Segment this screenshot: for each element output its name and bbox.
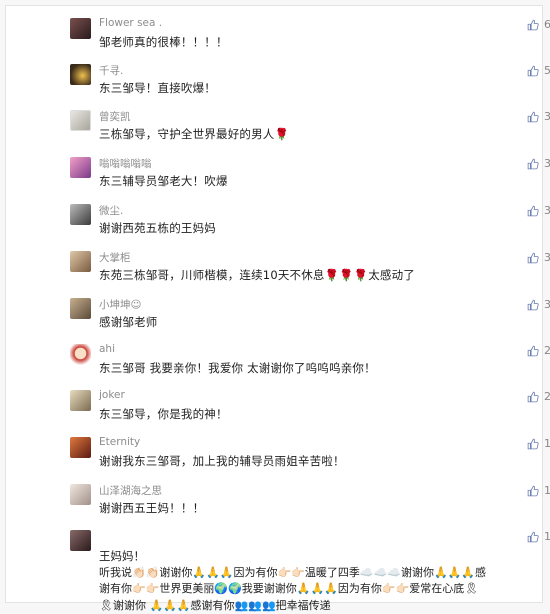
like-count: 33 [544,251,550,264]
thumbs-up-icon [527,485,539,497]
comment-text: 东三邹导！直接吹爆！ [99,80,216,96]
like-count: 35 [544,157,550,170]
comment-nickname[interactable]: ahi [99,343,115,355]
like-count: 37 [544,110,550,123]
like-button[interactable]: 35 [527,157,550,170]
comment-text: 感谢邹老师 [99,314,158,330]
like-count: 13 [544,530,550,543]
avatar[interactable] [70,64,91,85]
thumbs-up-icon [527,391,539,403]
avatar[interactable] [70,484,91,505]
thumbs-up-icon [527,299,539,311]
like-button[interactable]: 19 [527,484,550,497]
avatar[interactable] [70,251,91,272]
comment-text: 东三邹导，你是我的神！ [99,406,228,422]
avatar[interactable] [70,530,91,551]
like-count: 29 [544,390,550,403]
like-button[interactable]: 19 [527,437,550,450]
thumbs-up-icon [527,531,539,543]
like-button[interactable]: 35 [527,204,550,217]
like-button[interactable]: 37 [527,110,550,123]
comment-text: 东三邹哥 我要亲你！我爱你 太谢谢你了呜呜呜亲你！ [99,360,376,376]
comment-nickname[interactable]: joker [99,389,125,401]
like-button[interactable]: 30 [527,298,550,311]
thumbs-up-icon [527,158,539,170]
like-count: 63 [544,18,550,31]
comment-text-line: 谢有你👉🏻👉🏻世界更美丽🌍🌍我要谢谢你🙏🙏🙏因为有你👉🏻👉🏻爱常在心底🎗 [99,581,519,598]
thumbs-up-icon [527,252,539,264]
thumbs-up-icon [527,205,539,217]
like-button[interactable]: 29 [527,344,550,357]
thumbs-up-icon [527,438,539,450]
comment-nickname[interactable]: 千寻. [99,63,123,78]
comment-nickname[interactable]: 曾奕凯 [99,109,131,124]
avatar[interactable] [70,437,91,458]
thumbs-up-icon [527,345,539,357]
like-count: 35 [544,204,550,217]
like-button[interactable]: 33 [527,251,550,264]
comment-text: 邹老师真的很棒！！！！ [99,34,228,50]
comment-text: 三栋邹导，守护全世界最好的男人🌹 [99,126,289,142]
like-count: 57 [544,64,550,77]
thumbs-up-icon [527,65,539,77]
like-button[interactable]: 63 [527,18,550,31]
comment-panel: Flower sea . 邹老师真的很棒！！！！ 63 千寻. 东三邹导！直接吹… [5,5,543,603]
comment-text-line: 🎗谢谢你 🙏🙏🙏感谢有你👥👥👥把幸福传递 [99,598,519,614]
thumbs-up-icon [527,111,539,123]
avatar[interactable] [70,110,91,131]
like-count: 19 [544,484,550,497]
avatar[interactable] [70,18,91,39]
comment-text: 谢谢西苑五栋的王妈妈 [99,220,216,236]
avatar[interactable] [70,390,91,411]
comment-text-line: 听我说👏🏻👏🏻谢谢你🙏🙏🙏因为有你👉🏻👉🏻温暖了四季☁️☁️☁️谢谢你🙏🙏🙏感 [99,565,519,582]
comment-text: 谢谢西五王妈！！！ [99,500,204,516]
like-button[interactable]: 13 [527,530,550,543]
like-count: 29 [544,344,550,357]
comment-nickname[interactable]: 嗡嗡嗡嗡嗡 [99,156,152,171]
comment-text: 谢谢我东三邹哥，加上我的辅导员雨姐辛苦啦！ [99,453,345,469]
comment-nickname[interactable]: 大掌柜 [99,250,131,265]
comment-nickname[interactable]: Eternity [99,436,140,448]
avatar[interactable] [70,157,91,178]
comment-text-line: 王妈妈！ [99,548,519,565]
like-button[interactable]: 29 [527,390,550,403]
avatar[interactable] [70,344,91,365]
comment-text: 东三辅导员邹老大！吹爆 [99,173,228,189]
avatar[interactable] [70,204,91,225]
comment-nickname[interactable]: 山泽湖海之思 [99,483,162,498]
like-count: 30 [544,298,550,311]
like-count: 19 [544,437,550,450]
comment-nickname[interactable]: 微尘. [99,203,123,218]
comment-nickname[interactable]: Flower sea . [99,17,162,29]
thumbs-up-icon [527,19,539,31]
comment-nickname[interactable]: 小坤坤☺ [99,297,141,312]
like-button[interactable]: 57 [527,64,550,77]
comment-text: 东苑三栋邹哥，川师楷模，连续10天不休息🌹🌹🌹太感动了 [99,267,415,283]
avatar[interactable] [70,298,91,319]
